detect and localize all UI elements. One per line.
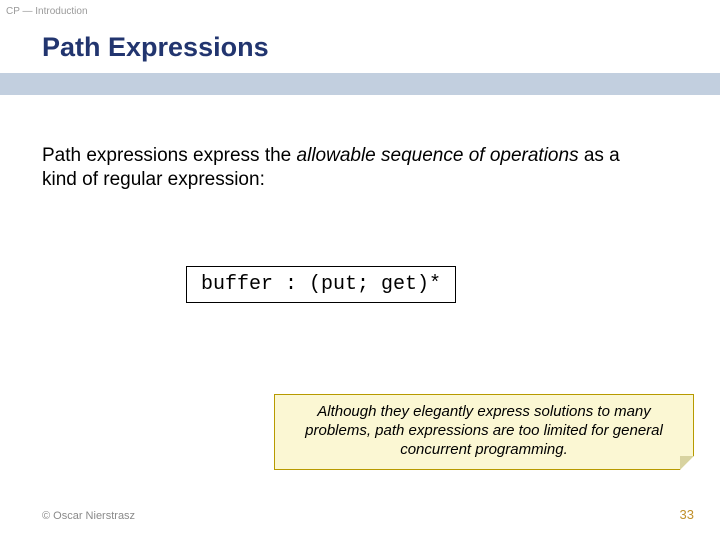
title-bar: Path Expressions xyxy=(0,22,720,95)
slide-title: Path Expressions xyxy=(42,32,720,63)
note-text: Although they elegantly express solution… xyxy=(305,403,663,458)
body-leading: Path expressions express the xyxy=(42,145,297,166)
slide: CP — Introduction Path Expressions Path … xyxy=(0,0,720,540)
code-box: buffer : (put; get)* xyxy=(186,266,456,303)
footer-page-number: 33 xyxy=(680,507,694,522)
note-box: Although they elegantly express solution… xyxy=(274,394,694,470)
body-paragraph: Path expressions express the allowable s… xyxy=(42,144,642,192)
body-italic: allowable sequence of operations xyxy=(297,145,579,166)
footer-copyright: © Oscar Nierstrasz xyxy=(42,510,135,522)
header-label: CP — Introduction xyxy=(6,6,88,17)
page-fold-cut xyxy=(680,456,694,470)
